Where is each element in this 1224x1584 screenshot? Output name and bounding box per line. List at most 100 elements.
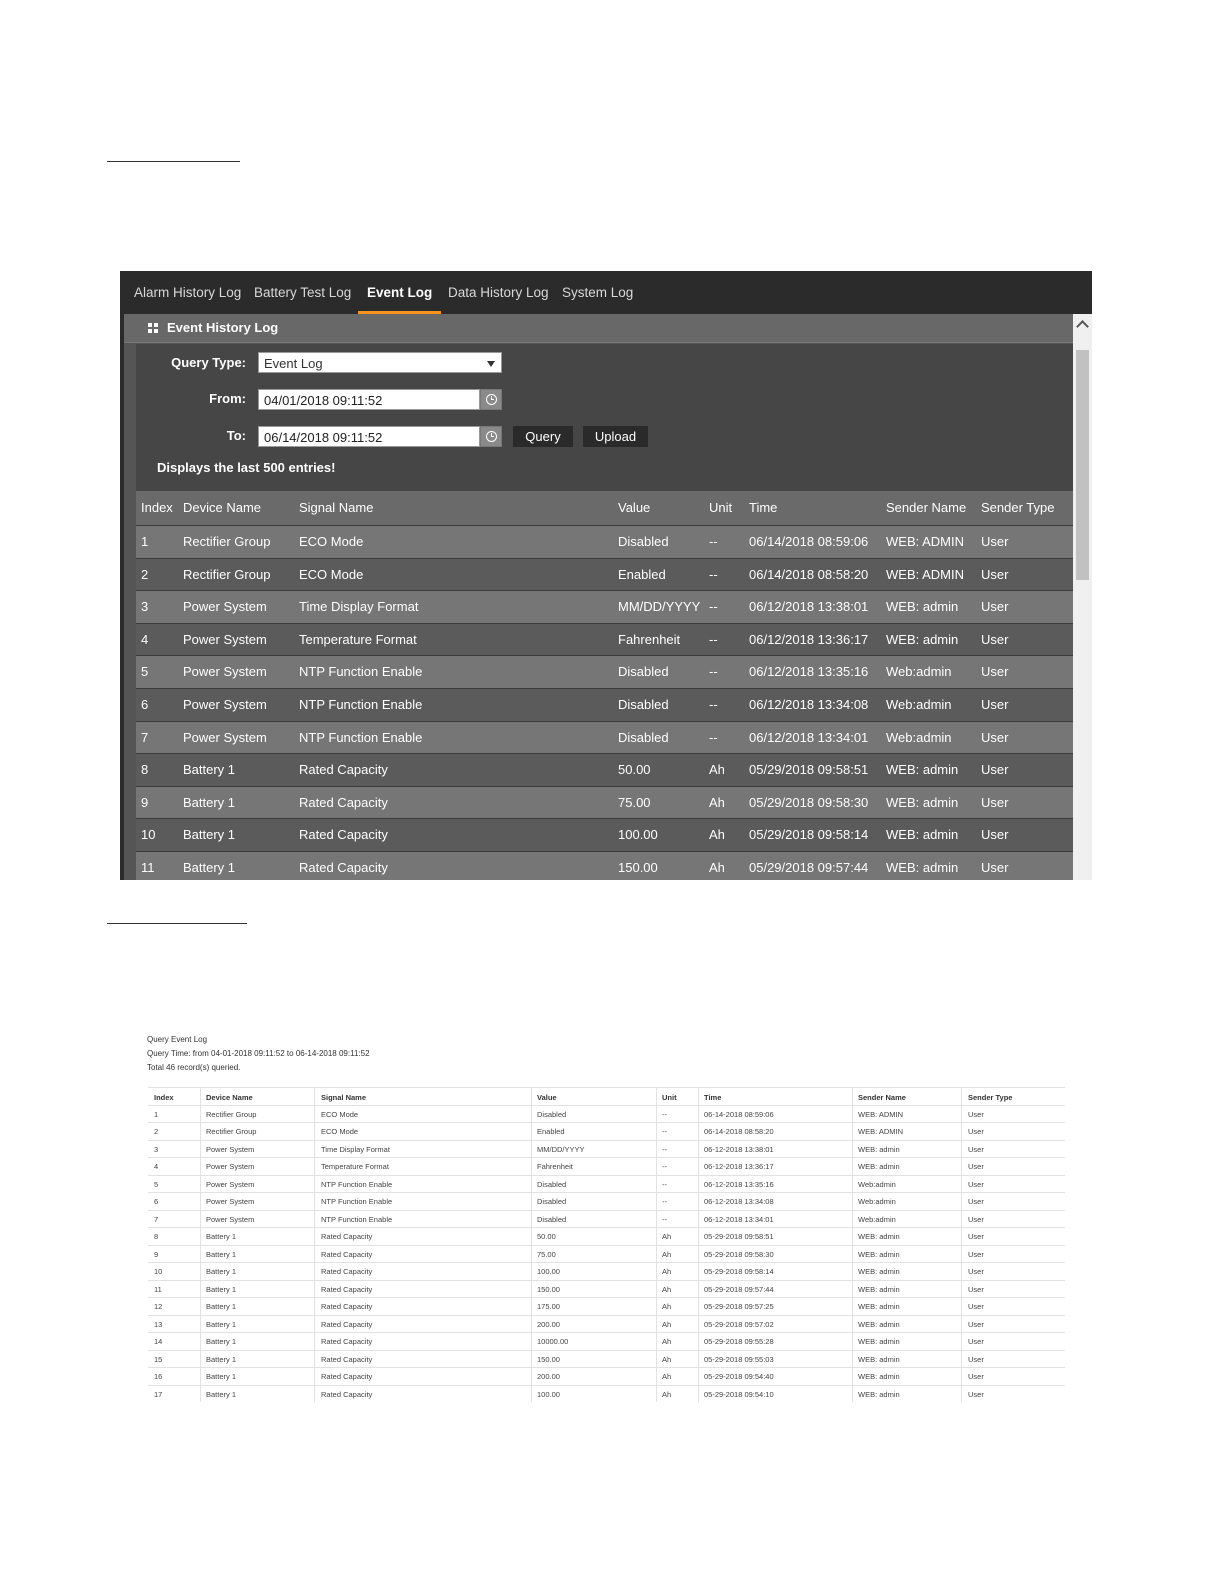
report-cell-time: 06-14-2018 08:58:20: [704, 1127, 774, 1136]
from-date-picker-button[interactable]: [480, 389, 502, 410]
panel-header: Event History Log: [124, 314, 1073, 343]
report-cell-unit: --: [662, 1127, 667, 1136]
report-cell-device-name: Battery 1: [206, 1354, 237, 1364]
table-row[interactable]: 4 Power System Temperature Format Fahrenhei…: [136, 622, 1073, 656]
cell-unit: Ah: [709, 762, 725, 778]
cell-value: MM/DD/YYYY: [618, 599, 701, 615]
report-cell-index: 7: [154, 1214, 159, 1224]
cell-unit: --: [709, 729, 718, 745]
section-underline-2: [107, 923, 247, 924]
column-header-value: Value: [618, 500, 651, 515]
report-cell-index: 10: [154, 1267, 163, 1276]
table-row[interactable]: 7 Power System NTP Function Enable Disabled…: [136, 720, 1073, 754]
report-cell-device-name: Battery 1: [206, 1284, 237, 1294]
report-cell-unit: --: [662, 1197, 667, 1206]
cell-sender-type: User: [981, 794, 1009, 810]
table-row[interactable]: 10 Battery 1 Rated Capacity 100.00 Ah 05/29/2…: [136, 818, 1073, 852]
table-row[interactable]: 2 Rectifier Group ECO Mode Enabled -- 06/14/2…: [136, 557, 1073, 591]
report-cell-value: 200.00: [537, 1319, 560, 1329]
cell-unit: Ah: [709, 860, 725, 875]
report-cell-device-name: Power System: [206, 1162, 255, 1171]
report-cell-signal-name: Time Display Format: [321, 1144, 390, 1154]
report-cell-value: Disabled: [537, 1197, 567, 1206]
report-cell-index: 15: [154, 1354, 163, 1364]
cell-signal-name: ECO Mode: [299, 534, 364, 549]
cell-unit: Ah: [709, 794, 725, 810]
report-cell-time: 05-29-2018 09:54:10: [704, 1389, 774, 1399]
report-cell-time: 05-29-2018 09:57:44: [704, 1284, 774, 1294]
table-row[interactable]: 5 Power System NTP Function Enable Disabled…: [136, 655, 1073, 689]
report-cell-index: 3: [154, 1144, 159, 1154]
vertical-scrollbar[interactable]: [1073, 314, 1092, 880]
section-underline-1: [107, 161, 240, 162]
cell-device-name: Power System: [183, 697, 267, 712]
cell-sender-type: User: [981, 631, 1009, 647]
cell-index: 9: [141, 794, 149, 810]
report-cell-sender-type: User: [968, 1144, 984, 1154]
query-form: Query Type: Event Log From: 04/01/2018 0…: [136, 344, 1073, 491]
cell-time: 06/12/2018 13:34:01: [749, 729, 869, 745]
cell-signal-name: NTP Function Enable: [299, 697, 423, 712]
query-button[interactable]: Query: [513, 426, 573, 447]
report-column-header-sender-type: Sender Type: [968, 1093, 1013, 1102]
cell-device-name: Battery 1: [183, 827, 236, 843]
tab-battery-test-log[interactable]: Battery Test Log: [254, 271, 351, 314]
report-cell-device-name: Rectifier Group: [206, 1127, 257, 1136]
cell-device-name: Power System: [183, 664, 267, 680]
cell-sender-name: Web:admin: [886, 729, 952, 745]
tab-event-log[interactable]: Event Log: [357, 271, 442, 314]
cell-index: 10: [141, 827, 156, 843]
table-row[interactable]: 6 Power System NTP Function Enable Disabled…: [136, 688, 1073, 721]
report-cell-sender-type: User: [968, 1284, 984, 1294]
tab-system-log[interactable]: System Log: [562, 271, 633, 314]
report-cell-sender-name: WEB: admin: [858, 1249, 900, 1259]
report-row: 12 Battery 1 Rated Capacity 175.00 Ah 05-29-2…: [148, 1297, 1065, 1316]
query-type-select[interactable]: Event Log: [258, 352, 502, 373]
report-cell-sender-type: User: [968, 1127, 984, 1136]
column-header-device-name: Device Name: [183, 500, 262, 515]
column-header-sender-name: Sender Name: [886, 500, 967, 515]
cell-time: 06/12/2018 13:35:16: [749, 664, 869, 680]
from-date-input[interactable]: 04/01/2018 09:11:52: [258, 389, 480, 410]
table-row[interactable]: 9 Battery 1 Rated Capacity 75.00 Ah 05/29/201…: [136, 785, 1073, 819]
upload-button[interactable]: Upload: [583, 426, 648, 447]
report-cell-sender-name: WEB: admin: [858, 1267, 900, 1276]
cell-unit: --: [709, 697, 718, 712]
column-header-sender-type: Sender Type: [981, 500, 1055, 515]
report-cell-value: MM/DD/YYYY: [537, 1144, 585, 1154]
cell-time: 05/29/2018 09:58:51: [749, 762, 869, 778]
table-row[interactable]: 8 Battery 1 Rated Capacity 50.00 Ah 05/29/201…: [136, 753, 1073, 787]
report-row: 14 Battery 1 Rated Capacity 10000.00 Ah 05-29…: [148, 1332, 1065, 1351]
report-cell-sender-name: WEB: admin: [858, 1144, 900, 1154]
report-column-header-index: Index: [154, 1093, 174, 1102]
report-cell-signal-name: Rated Capacity: [321, 1232, 373, 1241]
column-header-signal-name: Signal Name: [299, 500, 374, 515]
table-row[interactable]: 11 Battery 1 Rated Capacity 150.00 Ah 05/29/2…: [136, 851, 1073, 880]
report-cell-signal-name: Rated Capacity: [321, 1372, 373, 1381]
report-cell-sender-name: WEB: admin: [858, 1337, 900, 1346]
report-cell-device-name: Battery 1: [206, 1372, 237, 1381]
report-cell-unit: --: [662, 1109, 667, 1119]
report-row: 15 Battery 1 Rated Capacity 150.00 Ah 05-29-2…: [148, 1349, 1065, 1369]
report-row: 17 Battery 1 Rated Capacity 100.00 Ah 05-29-2…: [148, 1384, 1065, 1403]
table-row[interactable]: 3 Power System Time Display Format MM/DD/YY…: [136, 590, 1073, 624]
report-cell-signal-name: Rated Capacity: [321, 1319, 373, 1329]
tab-alarm-history-log[interactable]: Alarm History Log: [134, 271, 241, 314]
to-date-picker-button[interactable]: [480, 426, 502, 447]
report-cell-time: 05-29-2018 09:57:25: [704, 1302, 774, 1311]
report-cell-index: 16: [154, 1372, 163, 1381]
cell-sender-name: WEB: ADMIN: [886, 566, 965, 582]
report-cell-sender-name: Web:admin: [858, 1214, 896, 1224]
report-header-row: Index Device Name Signal Name Value Unit Time…: [148, 1087, 1065, 1106]
report-cell-device-name: Power System: [206, 1214, 255, 1224]
report-cell-signal-name: NTP Function Enable: [321, 1214, 393, 1224]
query-report: Query Event Log Query Time: from 04-01-2…: [140, 1030, 1070, 1402]
table-row[interactable]: 1 Rectifier Group ECO Mode Disabled -- 06/14/…: [136, 525, 1073, 558]
scroll-up-icon[interactable]: [1073, 314, 1092, 336]
report-cell-unit: Ah: [662, 1284, 672, 1294]
report-cell-sender-name: Web:admin: [858, 1197, 896, 1206]
report-cell-index: 2: [154, 1127, 159, 1136]
to-date-input[interactable]: 06/14/2018 09:11:52: [258, 426, 480, 447]
scrollbar-thumb[interactable]: [1076, 350, 1089, 580]
tab-data-history-log[interactable]: Data History Log: [448, 271, 549, 314]
